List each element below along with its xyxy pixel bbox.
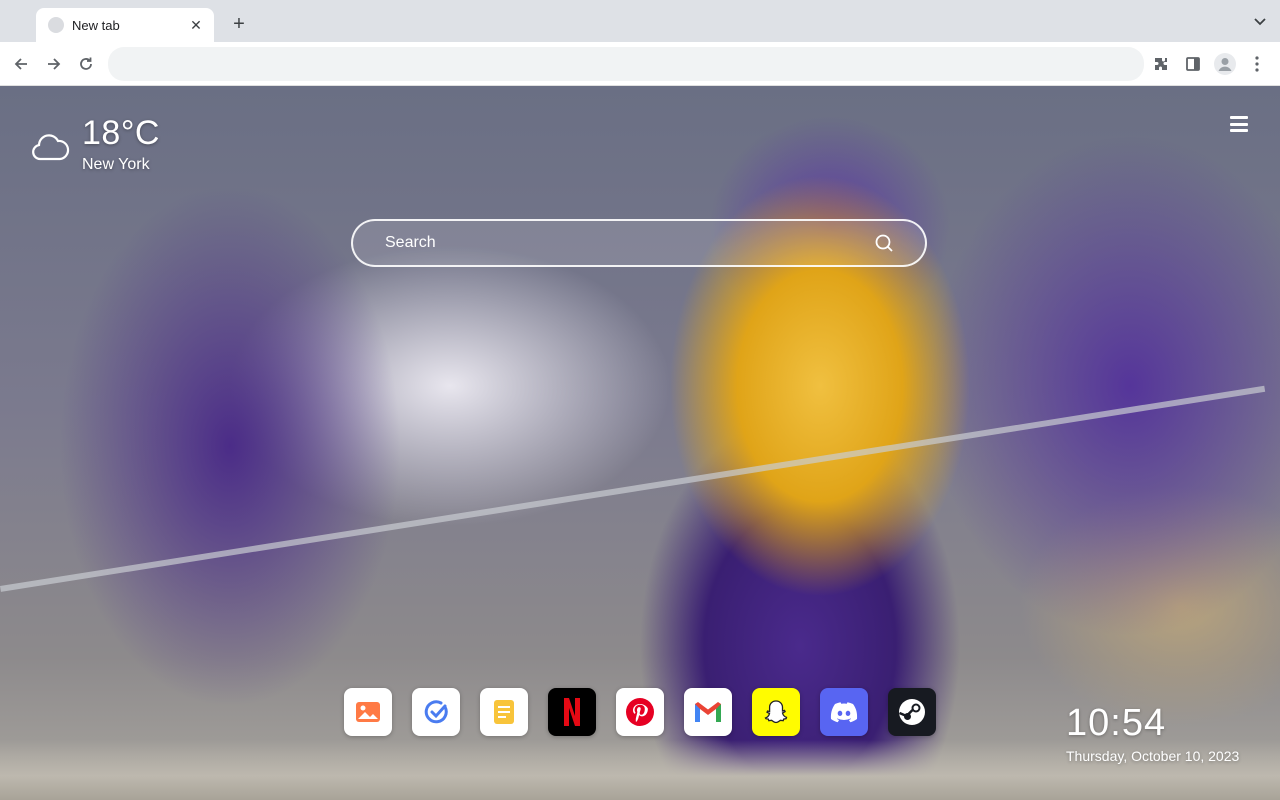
side-panel-icon[interactable] [1182,53,1204,75]
gallery-shortcut[interactable] [344,688,392,736]
snapchat-shortcut[interactable] [752,688,800,736]
discord-shortcut[interactable] [820,688,868,736]
reload-icon[interactable] [75,53,97,75]
steam-shortcut[interactable] [888,688,936,736]
netflix-icon [564,698,580,726]
app-shortcuts [344,688,956,736]
weather-widget[interactable]: 18°C New York [30,114,160,174]
globe-icon [48,17,64,33]
new-tab-page: 18°C New York Search 10:54 Thursday, Oct… [0,86,1280,800]
pinterest-shortcut[interactable] [616,688,664,736]
close-icon[interactable]: ✕ [188,17,204,33]
tab-new-tab[interactable]: New tab ✕ [36,8,214,42]
check-circle-icon [424,700,448,724]
pinterest-icon [626,698,654,726]
image-icon [356,702,380,722]
extensions-icon[interactable] [1150,53,1172,75]
steam-icon [899,699,925,725]
clock-time: 10:54 [1066,702,1167,744]
city-name: New York [82,156,150,173]
netflix-shortcut[interactable] [548,688,596,736]
forward-arrow-icon[interactable] [43,53,65,75]
tab-title: New tab [72,17,120,33]
search-box[interactable] [351,219,927,267]
tasks-shortcut[interactable] [412,688,460,736]
temperature: 18°C [82,114,160,152]
menu-icon[interactable] [1230,116,1248,132]
clock-date: Thursday, October 10, 2023 [1066,748,1240,764]
profile-avatar-icon[interactable] [1214,53,1236,75]
gmail-shortcut[interactable] [684,688,732,736]
address-bar[interactable] [108,47,1144,81]
snapchat-icon [764,700,788,724]
cloud-icon [30,132,70,164]
search-icon[interactable] [873,232,895,254]
notes-shortcut[interactable] [480,688,528,736]
gmail-icon [695,702,721,722]
clock-widget: 10:54 Thursday, October 10, 2023 [1066,702,1239,764]
tab-strip: New tab ✕ + [0,0,1280,42]
back-arrow-icon[interactable] [10,53,32,75]
chevron-down-icon[interactable] [1252,14,1268,30]
new-tab-button[interactable]: + [228,13,250,35]
discord-icon [830,702,858,723]
more-vert-icon[interactable] [1246,53,1268,75]
browser-toolbar [0,42,1280,86]
note-icon [494,700,514,724]
search-input[interactable] [383,233,873,253]
background-photo [0,385,1266,592]
